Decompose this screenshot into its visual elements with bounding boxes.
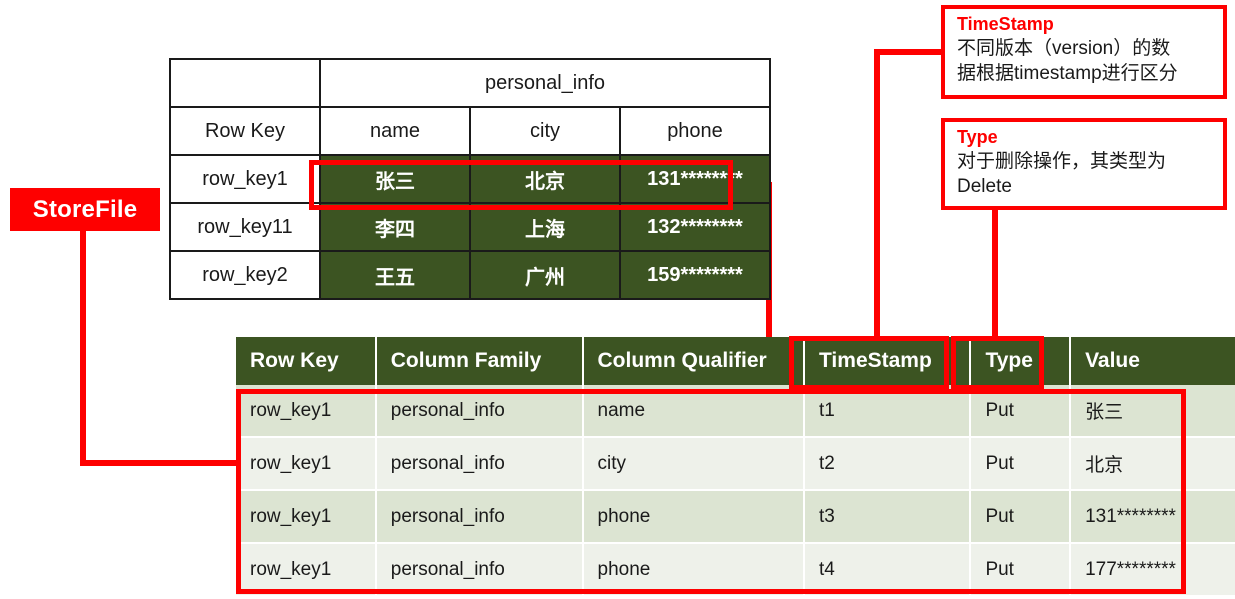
kv-header-column-family: Column Family [374, 337, 584, 385]
cell-row-key: row_key2 [169, 250, 321, 300]
table-row: row_key1 personal_info phone t3 Put 131*… [236, 490, 1235, 544]
cell-row-key: row_key1 [169, 154, 321, 204]
table-header-row-family: personal_info [169, 58, 771, 108]
callout-type: Type 对于删除操作，其类型为 Delete [941, 118, 1227, 210]
kv-cell-type: Put [969, 385, 1072, 438]
kv-cell-value: 张三 [1069, 385, 1235, 438]
kv-cell-row-key: row_key1 [236, 543, 377, 597]
cell-name: 王五 [319, 250, 471, 300]
connector-storefile-horizontal [80, 460, 240, 466]
callout-timestamp: TimeStamp 不同版本（version）的数 据根据timestamp进行… [941, 5, 1227, 99]
kv-cell-value: 131******** [1069, 490, 1235, 544]
kv-cell-timestamp: t3 [802, 490, 972, 544]
table-row: row_key1 personal_info city t2 Put 北京 [236, 437, 1235, 491]
table-row: row_key2 王五 广州 159******** [169, 250, 771, 300]
cell-name: 李四 [319, 202, 471, 252]
kv-cell-row-key: row_key1 [236, 437, 377, 491]
column-family-header: personal_info [319, 58, 771, 108]
table-row: row_key1 personal_info name t1 Put 张三 [236, 385, 1235, 438]
table-row: row_key1 personal_info phone t4 Put 177*… [236, 543, 1235, 597]
row-key-header: Row Key [169, 106, 321, 156]
kv-cell-column-family: personal_info [374, 490, 584, 544]
logical-view-table: personal_info Row Key name city phone ro… [169, 58, 771, 300]
kv-cell-timestamp: t4 [802, 543, 972, 597]
kv-header-type: Type [969, 337, 1072, 385]
kv-cell-timestamp: t2 [802, 437, 972, 491]
kv-cell-column-family: personal_info [374, 437, 584, 491]
cell-city: 上海 [469, 202, 621, 252]
kv-cell-type: Put [969, 437, 1072, 491]
table-row: row_key11 李四 上海 132******** [169, 202, 771, 252]
kv-cell-column-qualifier: name [581, 385, 805, 438]
callout-timestamp-title: TimeStamp [957, 14, 1054, 34]
connector-type-vertical [992, 206, 998, 341]
connector-timestamp-vertical [874, 49, 880, 341]
qualifier-header-city: city [469, 106, 621, 156]
kv-cell-value: 177******** [1069, 543, 1235, 597]
kv-header-row: Row Key Column Family Column Qualifier T… [236, 337, 1235, 385]
kv-cell-value: 北京 [1069, 437, 1235, 491]
kv-cell-column-family: personal_info [374, 543, 584, 597]
table-header-row-qualifier: Row Key name city phone [169, 106, 771, 156]
cell-phone: 131******** [619, 154, 771, 204]
kv-cell-column-qualifier: city [581, 437, 805, 491]
kv-cell-type: Put [969, 543, 1072, 597]
kv-header-column-qualifier: Column Qualifier [581, 337, 805, 385]
kv-header-row-key: Row Key [236, 337, 377, 385]
kv-cell-timestamp: t1 [802, 385, 972, 438]
storefile-label: StoreFile [10, 188, 160, 231]
cell-city: 北京 [469, 154, 621, 204]
table-row: row_key1 张三 北京 131******** [169, 154, 771, 204]
kv-cell-type: Put [969, 490, 1072, 544]
connector-storefile-vertical [80, 231, 86, 466]
cell-row-key: row_key11 [169, 202, 321, 252]
kv-header-timestamp: TimeStamp [802, 337, 972, 385]
qualifier-header-name: name [319, 106, 471, 156]
callout-type-body: 对于删除操作，其类型为 Delete [957, 151, 1167, 197]
cell-city: 广州 [469, 250, 621, 300]
callout-type-title: Type [957, 127, 998, 147]
kv-header-value: Value [1069, 337, 1235, 385]
keyvalue-table: Row Key Column Family Column Qualifier T… [236, 337, 1235, 597]
kv-cell-row-key: row_key1 [236, 490, 377, 544]
cell-name: 张三 [319, 154, 471, 204]
kv-cell-column-family: personal_info [374, 385, 584, 438]
qualifier-header-phone: phone [619, 106, 771, 156]
corner-cell [169, 58, 321, 108]
callout-timestamp-body: 不同版本（version）的数 据根据timestamp进行区分 [957, 38, 1178, 84]
cell-phone: 132******** [619, 202, 771, 252]
kv-cell-row-key: row_key1 [236, 385, 377, 438]
kv-cell-column-qualifier: phone [581, 490, 805, 544]
kv-cell-column-qualifier: phone [581, 543, 805, 597]
connector-timestamp-horizontal [874, 49, 944, 55]
cell-phone: 159******** [619, 250, 771, 300]
